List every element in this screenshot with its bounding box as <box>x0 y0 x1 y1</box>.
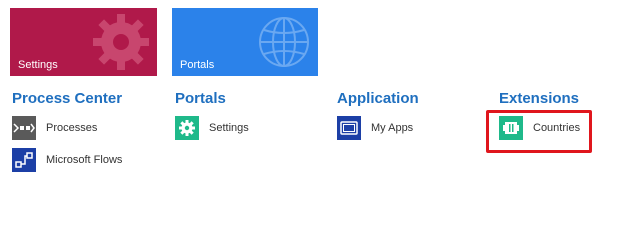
portals-section: Portals Settings <box>175 90 249 140</box>
globe-icon <box>259 17 309 67</box>
process-center-section: Process Center Processes Microsoft Flows <box>12 90 122 172</box>
flow-icon <box>12 148 36 172</box>
gear-icon <box>175 116 199 140</box>
my-apps-link[interactable]: My Apps <box>337 116 419 140</box>
portal-settings-link[interactable]: Settings <box>175 116 249 140</box>
process-center-heading: Process Center <box>12 90 123 107</box>
gear-icon <box>93 14 149 70</box>
processes-label: Processes <box>46 122 98 134</box>
processes-link[interactable]: Processes <box>12 116 122 140</box>
portals-tile[interactable]: Portals <box>172 8 318 76</box>
microsoft-flows-link[interactable]: Microsoft Flows <box>12 148 122 172</box>
settings-tile[interactable]: Settings <box>10 8 157 76</box>
extensions-heading: Extensions <box>499 90 580 107</box>
portals-tile-label: Portals <box>180 59 215 71</box>
settings-tile-label: Settings <box>18 59 58 71</box>
highlight-box <box>486 110 592 153</box>
my-apps-label: My Apps <box>371 122 414 134</box>
portals-heading: Portals <box>175 90 226 107</box>
microsoft-flows-label: Microsoft Flows <box>46 154 123 166</box>
process-icon <box>12 116 36 140</box>
portal-settings-label: Settings <box>209 122 249 134</box>
application-section: Application My Apps <box>337 90 419 140</box>
apps-icon <box>337 116 361 140</box>
application-heading: Application <box>337 90 419 107</box>
